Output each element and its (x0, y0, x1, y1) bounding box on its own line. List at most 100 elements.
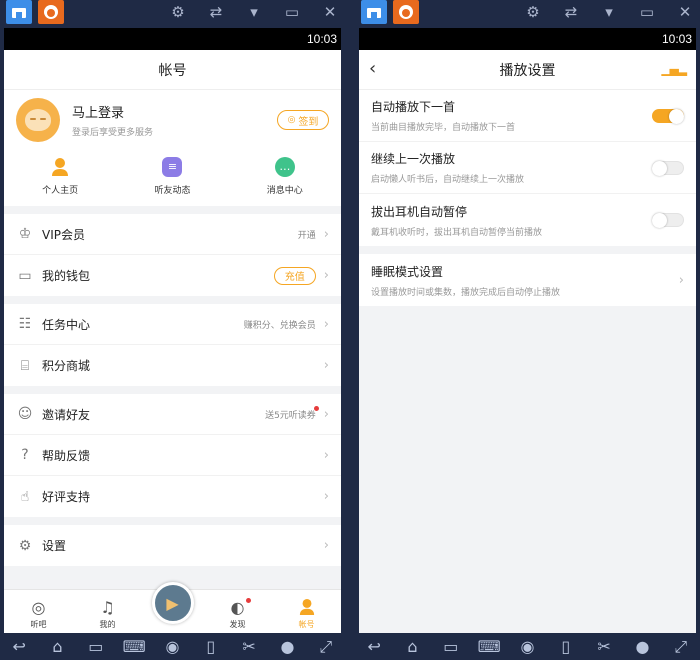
keyboard-icon[interactable]: ⌨ (120, 637, 148, 656)
scissors-icon[interactable]: ✂ (590, 637, 618, 656)
setting-resume-last[interactable]: 继续上一次播放 启动懒人听书后，自动继续上一次播放 (359, 142, 696, 194)
window-icon[interactable]: ▭ (632, 3, 662, 21)
toggle-headphone-pause[interactable] (652, 213, 684, 228)
shortcut-label: 个人主页 (42, 185, 79, 196)
avatar[interactable] (16, 98, 60, 142)
lazy-audio-app-icon[interactable] (393, 0, 419, 24)
keyboard-icon[interactable]: ⌨ (475, 637, 503, 656)
settings-gear-icon[interactable]: ⚙ (163, 3, 193, 21)
shortcut-messages[interactable]: … 消息中心 (245, 156, 325, 196)
menu-item-value: 送5元听读券 (265, 410, 316, 421)
setting-description: 当前曲目播放完毕，自动播放下一首 (371, 123, 516, 133)
tab-listen[interactable]: ◎ 听吧 (14, 598, 64, 630)
shortcut-friends-feed[interactable]: ≡ 听友动态 (132, 156, 212, 196)
shortcut-profile[interactable]: 个人主页 (20, 157, 100, 196)
status-bar: 10:03 (359, 28, 696, 50)
setting-auto-play-next[interactable]: 自动播放下一首 当前曲目播放完毕，自动播放下一首 (359, 90, 696, 142)
menu-item-wallet[interactable]: ▭ 我的钱包 充值 › (4, 255, 341, 296)
page-title: ‹ 播放设置 ▁▄▂ (359, 50, 696, 90)
playing-bars-icon[interactable]: ▁▄▂ (661, 62, 687, 76)
menu-item-label: 帮助反馈 (42, 448, 91, 463)
toggle-auto-play-next[interactable] (652, 108, 684, 124)
crown-icon: ♔ (18, 226, 32, 242)
shortcut-label: 听友动态 (154, 185, 191, 196)
gear-icon: ⚙ (18, 537, 32, 554)
minimize-icon[interactable]: ▾ (594, 3, 624, 21)
fullscreen-icon[interactable]: ⤢ (312, 637, 340, 657)
home-icon[interactable]: ⌂ (43, 637, 71, 656)
tab-discover[interactable]: ◐ 发现 (213, 598, 263, 630)
thumbs-up-icon: ☝ (20, 488, 30, 505)
back-arrow-icon[interactable]: ↩ (5, 637, 33, 656)
menu-item-help[interactable]: ? 帮助反馈 › (4, 435, 341, 476)
profile-info[interactable]: 马上登录 登录后享受更多服务 (72, 102, 277, 138)
disc-icon: ◎ (31, 598, 46, 617)
emulator-bottom-bar: ↩ ⌂ ▭ ⌨ ◉ ▯ ✂ ● ⤢ (0, 633, 345, 660)
menu-item-value: 赚积分、兑换会员 (243, 320, 316, 331)
emulator-window-right: ⚙ ⇄ ▾ ▭ ✕ 10:03 ‹ 播放设置 ▁▄▂ 自动播放下一首 当前曲目播… (355, 0, 700, 660)
home-app-icon[interactable] (6, 0, 32, 24)
settings-gear-icon[interactable]: ⚙ (518, 3, 548, 21)
headphones-icon: ♫ (100, 598, 115, 617)
chevron-right-icon: › (323, 316, 329, 332)
scissors-icon[interactable]: ✂ (235, 637, 263, 656)
setting-description: 设置播放时间或集数，播放完成后自动停止播放 (371, 287, 561, 298)
menu-item-rate[interactable]: ☝ 好评支持 › (4, 476, 341, 517)
menu-item-settings[interactable]: ⚙ 设置 › (4, 525, 341, 566)
menu-item-vip[interactable]: ♔ VIP会员 开通 › (4, 214, 341, 255)
minimize-icon[interactable]: ▾ (239, 3, 269, 21)
emulator-bottom-bar: ↩ ⌂ ▭ ⌨ ◉ ▯ ✂ ● ⤢ (355, 633, 700, 660)
setting-label: 自动播放下一首 (371, 100, 456, 114)
signin-button[interactable]: ◎ 签到 (277, 110, 329, 130)
rotate-icon[interactable]: ⇄ (201, 3, 231, 21)
rotate-icon[interactable]: ⇄ (556, 3, 586, 21)
page-title: 帐号 (4, 50, 341, 90)
now-playing-button[interactable]: ▶ (151, 582, 194, 624)
bottom-tab-bar: ◎ 听吧 ♫ 我的 ▶ ◐ 发现 帐号 (4, 582, 341, 633)
setting-label: 继续上一次播放 (371, 152, 456, 166)
chevron-right-icon: › (323, 406, 329, 422)
phone-screen-playback-settings: 10:03 ‹ 播放设置 ▁▄▂ 自动播放下一首 当前曲目播放完毕，自动播放下一… (359, 28, 696, 633)
notification-dot (314, 406, 319, 411)
login-label[interactable]: 马上登录 (72, 102, 277, 121)
phone-icon[interactable]: ▯ (197, 637, 225, 656)
status-time: 10:03 (306, 32, 337, 46)
page-title-text: 播放设置 (499, 62, 556, 79)
tab-label: 我的 (99, 620, 116, 629)
close-icon[interactable]: ✕ (315, 3, 345, 21)
home-app-icon[interactable] (361, 0, 387, 24)
recent-apps-icon[interactable]: ▭ (437, 637, 465, 656)
setting-sleep-mode[interactable]: 睡眠模式设置 设置播放时间或集数，播放完成后自动停止播放 › (359, 254, 696, 306)
back-arrow-icon[interactable]: ↩ (360, 637, 388, 656)
menu-item-tasks[interactable]: ☷ 任务中心 赚积分、兑换会员 › (4, 304, 341, 345)
chevron-right-icon: › (323, 226, 329, 242)
eye-icon[interactable]: ◉ (513, 637, 541, 656)
phone-icon[interactable]: ▯ (552, 637, 580, 656)
recent-apps-icon[interactable]: ▭ (82, 637, 110, 656)
back-chevron-icon[interactable]: ‹ (369, 58, 376, 79)
menu-group-settings: ⚙ 设置 › (4, 525, 341, 566)
toggle-resume-last[interactable] (652, 160, 684, 176)
close-icon[interactable]: ✕ (670, 3, 700, 21)
window-icon[interactable]: ▭ (277, 3, 307, 21)
profile-section[interactable]: 马上登录 登录后享受更多服务 ◎ 签到 (4, 90, 341, 150)
fullscreen-icon[interactable]: ⤢ (667, 637, 695, 657)
menu-item-points-mall[interactable]: ⌸ 积分商城 › (4, 345, 341, 386)
lazy-audio-app-icon[interactable] (38, 0, 64, 24)
tab-account[interactable]: 帐号 (282, 598, 332, 630)
menu-item-value: 开通 (297, 230, 316, 241)
home-icon[interactable]: ⌂ (398, 637, 426, 656)
menu-item-invite[interactable]: ☺ 邀请好友 送5元听读券 › (4, 394, 341, 435)
tab-label: 帐号 (298, 620, 315, 629)
playback-settings-group: 自动播放下一首 当前曲目播放完毕，自动播放下一首 继续上一次播放 启动懒人听书后… (359, 90, 696, 246)
coin-icon: ◎ (287, 115, 296, 125)
chevron-right-icon: › (678, 272, 684, 288)
setting-headphone-pause[interactable]: 拔出耳机自动暂停 戴耳机收听时，拔出耳机自动暂停当前播放 (359, 194, 696, 246)
planet-icon: ◐ (230, 598, 245, 617)
location-icon[interactable]: ● (273, 637, 301, 656)
eye-icon[interactable]: ◉ (158, 637, 186, 656)
tab-mine[interactable]: ♫ 我的 (83, 598, 133, 630)
recharge-button[interactable]: 充值 (273, 266, 316, 285)
phone-screen-account: 10:03 帐号 马上登录 登录后享受更多服务 ◎ 签到 个人主页 ≡ 听友动态… (4, 28, 341, 633)
location-icon[interactable]: ● (628, 637, 656, 656)
